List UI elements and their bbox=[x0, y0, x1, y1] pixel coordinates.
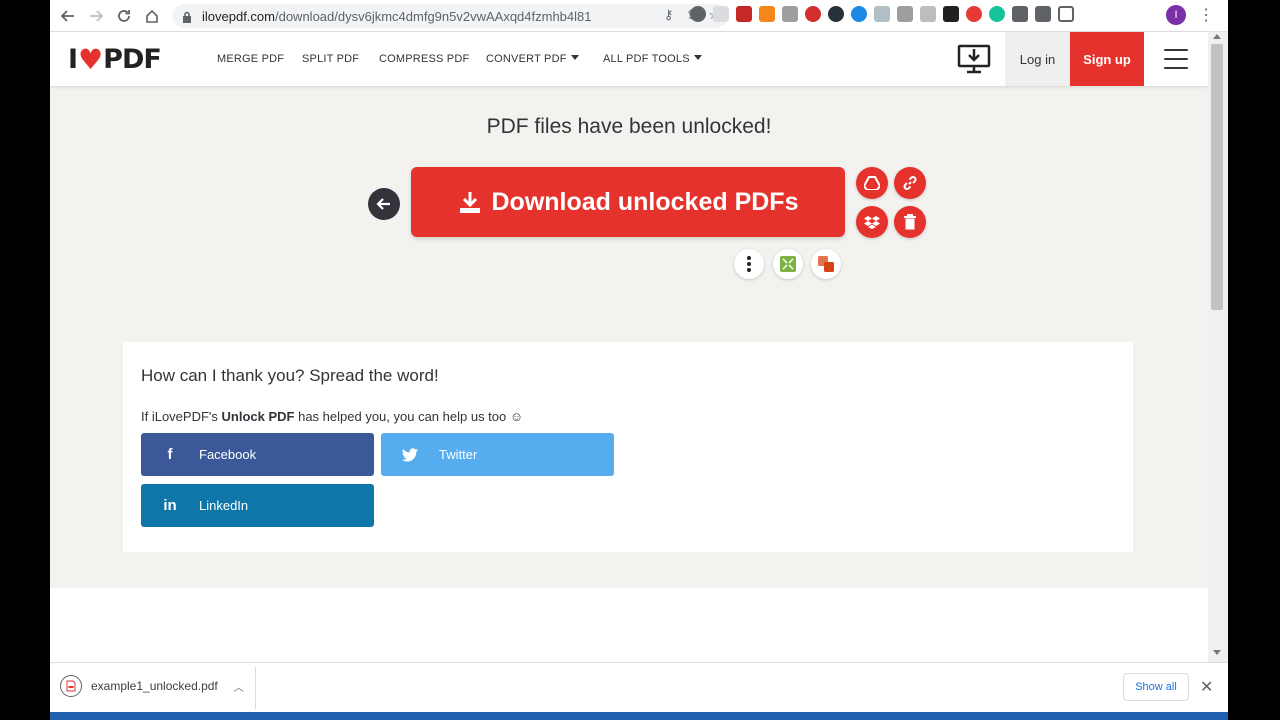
compress-pdf-shortcut[interactable] bbox=[773, 249, 803, 279]
share-title: How can I thank you? Spread the word! bbox=[141, 366, 439, 385]
nav-merge-pdf[interactable]: MERGE PDF bbox=[217, 53, 284, 65]
google-drive-button[interactable] bbox=[856, 167, 888, 199]
ilovepdf-logo[interactable]: I ♥ PDF bbox=[68, 43, 162, 76]
compress-icon bbox=[780, 256, 796, 272]
google-drive-icon bbox=[864, 176, 880, 190]
extension-icon[interactable] bbox=[851, 6, 867, 22]
extension-icon[interactable] bbox=[874, 6, 890, 22]
url-text: ilovepdf.com/download/dysv6jkmc4dmfg9n5v… bbox=[202, 8, 592, 24]
browser-toolbar: ilovepdf.com/download/dysv6jkmc4dmfg9n5v… bbox=[50, 0, 1228, 32]
reading-list-icon[interactable] bbox=[1035, 6, 1051, 22]
puzzle-icon[interactable] bbox=[1012, 6, 1028, 22]
more-options-button[interactable] bbox=[734, 249, 764, 279]
forward-arrow-icon[interactable] bbox=[82, 2, 110, 30]
extensions-bar bbox=[690, 6, 1074, 22]
vertical-dots-icon bbox=[747, 256, 751, 272]
extension-icon[interactable] bbox=[690, 6, 706, 22]
extension-icon[interactable] bbox=[828, 6, 844, 22]
download-button[interactable]: Download unlocked PDFs bbox=[411, 167, 845, 237]
share-text: If iLovePDF's Unlock PDF has helped you,… bbox=[141, 409, 524, 424]
browser-menu-icon[interactable]: ⋮ bbox=[1198, 5, 1214, 25]
nav-all-pdf-tools[interactable]: ALL PDF TOOLS bbox=[603, 53, 702, 65]
login-button[interactable]: Log in bbox=[1005, 32, 1070, 86]
extension-icon[interactable] bbox=[736, 6, 752, 22]
metamask-icon[interactable] bbox=[759, 6, 775, 22]
taskbar-edge bbox=[50, 712, 1228, 720]
facebook-icon: f bbox=[167, 446, 173, 463]
page-scrollbar[interactable] bbox=[1208, 32, 1228, 662]
arrow-left-icon bbox=[376, 198, 390, 210]
twitter-icon bbox=[381, 447, 439, 462]
facebook-share-button[interactable]: f Facebook bbox=[141, 433, 374, 476]
content-section bbox=[50, 588, 1208, 668]
pdf-file-icon bbox=[60, 675, 82, 697]
caret-down-icon bbox=[570, 55, 579, 60]
delete-button[interactable] bbox=[894, 206, 926, 238]
download-icon bbox=[459, 192, 480, 213]
split-pdf-shortcut[interactable] bbox=[811, 249, 841, 279]
scroll-down-icon[interactable] bbox=[1213, 650, 1221, 655]
copy-link-button[interactable] bbox=[894, 167, 926, 199]
hamburger-menu-icon[interactable] bbox=[1164, 49, 1188, 69]
key-icon[interactable]: ⚷ bbox=[664, 7, 674, 23]
shelf-divider bbox=[255, 667, 256, 709]
split-icon bbox=[818, 256, 834, 272]
scroll-thumb[interactable] bbox=[1211, 44, 1223, 310]
extension-icon[interactable] bbox=[713, 6, 729, 22]
back-button[interactable] bbox=[368, 188, 400, 220]
download-button-label: Download unlocked PDFs bbox=[491, 187, 799, 216]
download-item[interactable]: example1_unlocked.pdf ︿ bbox=[60, 675, 244, 697]
reload-icon[interactable] bbox=[110, 2, 138, 30]
spread-the-word-card: How can I thank you? Spread the word! If… bbox=[123, 342, 1133, 552]
back-arrow-icon[interactable] bbox=[54, 2, 82, 30]
profile-avatar[interactable]: I bbox=[1166, 5, 1186, 25]
dropbox-button[interactable] bbox=[856, 206, 888, 238]
nav-convert-pdf[interactable]: CONVERT PDF bbox=[486, 53, 579, 65]
scroll-up-icon[interactable] bbox=[1213, 34, 1221, 39]
link-icon bbox=[903, 176, 917, 190]
close-icon[interactable]: ✕ bbox=[1200, 677, 1213, 697]
extension-icon[interactable] bbox=[782, 6, 798, 22]
linkedin-icon: in bbox=[163, 497, 177, 514]
home-icon[interactable] bbox=[138, 2, 166, 30]
browser-window: ilovepdf.com/download/dysv6jkmc4dmfg9n5v… bbox=[50, 0, 1228, 720]
side-panel-icon[interactable] bbox=[1058, 6, 1074, 22]
extension-icon[interactable] bbox=[966, 6, 982, 22]
chevron-up-icon[interactable]: ︿ bbox=[234, 679, 244, 694]
site-header: I ♥ PDF MERGE PDF SPLIT PDF COMPRESS PDF… bbox=[50, 32, 1208, 86]
grammarly-icon[interactable] bbox=[989, 6, 1005, 22]
extension-icon[interactable] bbox=[920, 6, 936, 22]
twitter-share-button[interactable]: Twitter bbox=[381, 433, 614, 476]
lock-icon bbox=[182, 10, 192, 23]
address-bar[interactable]: ilovepdf.com/download/dysv6jkmc4dmfg9n5v… bbox=[172, 4, 728, 28]
show-all-button[interactable]: Show all bbox=[1123, 673, 1189, 701]
nav-split-pdf[interactable]: SPLIT PDF bbox=[302, 53, 359, 65]
heart-icon: ♥ bbox=[78, 43, 103, 76]
linkedin-share-button[interactable]: in LinkedIn bbox=[141, 484, 374, 527]
desktop-download-icon[interactable] bbox=[956, 40, 992, 76]
extension-icon[interactable] bbox=[897, 6, 913, 22]
download-file-name: example1_unlocked.pdf bbox=[91, 679, 218, 693]
page-title: PDF files have been unlocked! bbox=[486, 115, 772, 138]
extension-icon[interactable] bbox=[943, 6, 959, 22]
extension-icon[interactable] bbox=[805, 6, 821, 22]
nav-compress-pdf[interactable]: COMPRESS PDF bbox=[379, 53, 469, 65]
download-shelf: example1_unlocked.pdf ︿ Show all ✕ bbox=[50, 662, 1228, 712]
caret-down-icon bbox=[693, 55, 702, 60]
trash-icon bbox=[904, 214, 916, 230]
signup-button[interactable]: Sign up bbox=[1070, 32, 1144, 86]
dropbox-icon bbox=[864, 216, 880, 229]
